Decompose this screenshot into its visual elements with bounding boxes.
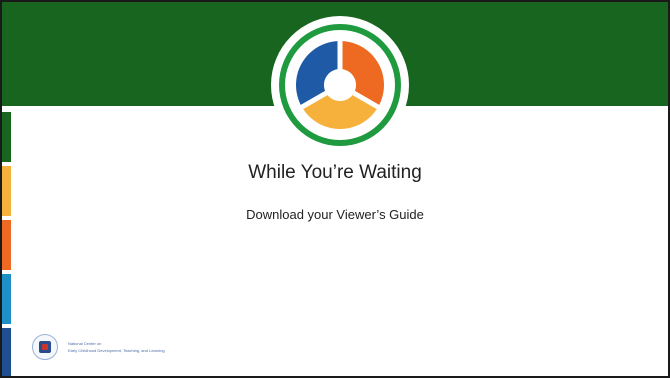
footer-org-logo: National Center on Early Childhood Devel… — [32, 334, 165, 360]
stripe-navy — [2, 328, 11, 376]
stripe-orange — [2, 220, 11, 270]
ring-logo-icon — [270, 15, 410, 155]
slide: While You’re Waiting Download your Viewe… — [0, 0, 670, 378]
org-name-line-2: Early Childhood Development, Teaching, a… — [68, 348, 165, 353]
org-name: National Center on Early Childhood Devel… — [68, 340, 165, 354]
stripe-green — [2, 112, 11, 162]
slide-subtitle: Download your Viewer’s Guide — [246, 207, 424, 222]
seal-icon — [32, 334, 58, 360]
left-color-stripes — [2, 112, 11, 376]
org-name-line-1: National Center on — [68, 341, 102, 346]
stripe-blue — [2, 274, 11, 324]
slide-title: While You’re Waiting — [248, 162, 422, 183]
